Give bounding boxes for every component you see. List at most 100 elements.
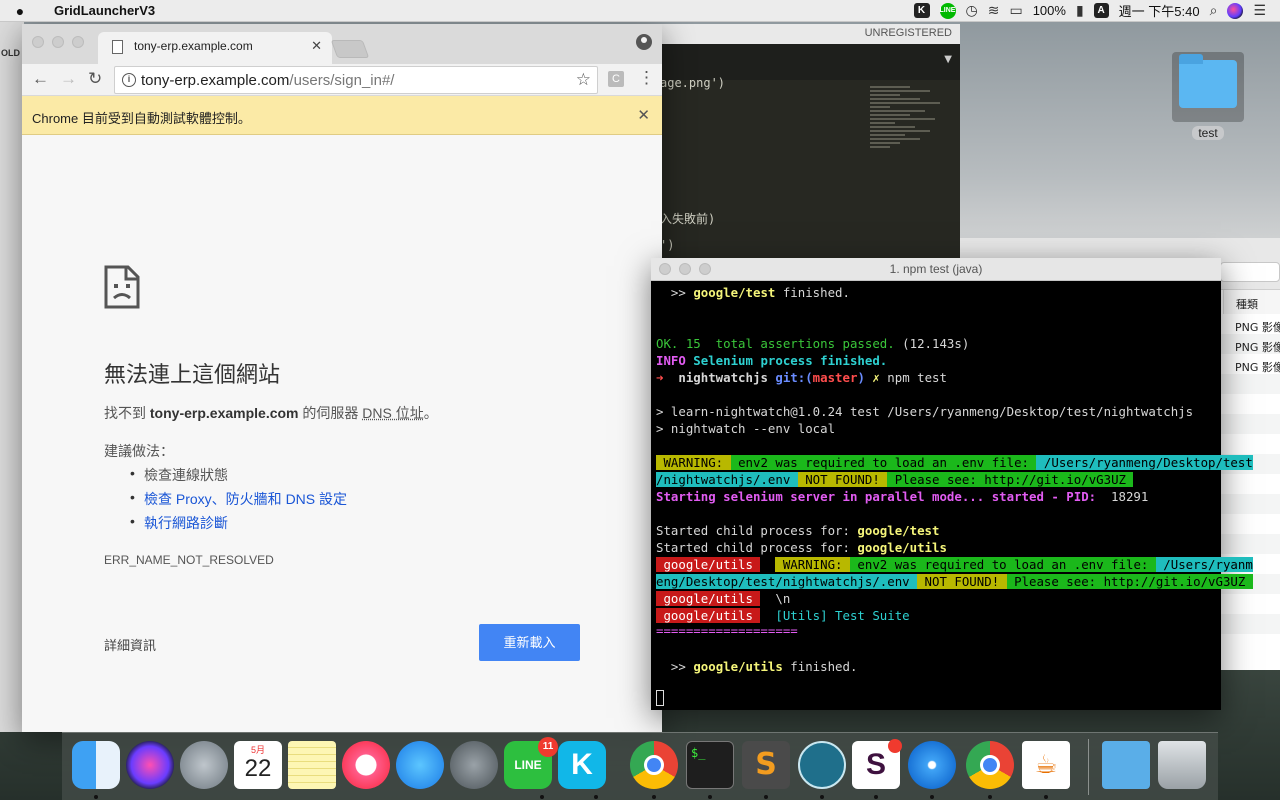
running-indicator [764, 795, 768, 799]
java-dock-icon[interactable]: ☕ [1022, 741, 1070, 789]
finder-row-kind[interactable]: PNG 影像 [1223, 316, 1280, 336]
suggestion-item: 檢查 Proxy、防火牆和 DNS 設定 [130, 489, 347, 513]
chrome-menu-icon[interactable]: ⋮ [638, 68, 655, 88]
downloads-stack-icon[interactable] [1102, 741, 1150, 789]
launchpad-dock-icon[interactable] [180, 741, 228, 789]
running-indicator [1044, 795, 1048, 799]
finder-row-kind[interactable]: PNG 影像 [1223, 356, 1280, 376]
reload-button[interactable]: 重新載入 [479, 624, 580, 661]
trash-icon[interactable] [1158, 741, 1206, 789]
kkbox-letter: K [571, 748, 593, 781]
terminal-separator: =================== [656, 623, 798, 638]
time-machine-icon[interactable]: ◷ [966, 2, 978, 19]
minimize-window-button[interactable] [679, 263, 691, 275]
sourcetree-dock-icon[interactable] [798, 741, 846, 789]
system-preferences-dock-icon[interactable] [450, 741, 498, 789]
siri-icon[interactable] [1227, 2, 1244, 19]
desc-host: tony-erp.example.com [149, 405, 299, 421]
forward-arrow-icon[interactable]: → [60, 69, 77, 89]
app-store-dock-icon[interactable] [396, 741, 444, 789]
zoom-window-button[interactable] [72, 36, 84, 48]
terminal-line: >> google/utils finished. [656, 659, 858, 674]
spotlight-search-icon[interactable]: ⌕ [1210, 2, 1218, 19]
sublime-dock-icon[interactable]: S [742, 741, 790, 789]
running-indicator [930, 795, 934, 799]
info-icon[interactable]: i [122, 73, 136, 87]
tab-dropdown-icon[interactable]: ▼ [944, 54, 952, 65]
running-indicator [820, 795, 824, 799]
extension-icon[interactable]: C [608, 71, 624, 87]
browser-tab[interactable]: tony-erp.example.com ✕ [98, 32, 332, 64]
close-window-button[interactable] [659, 263, 671, 275]
running-indicator [874, 795, 878, 799]
finder-row-kind[interactable]: PNG 影像 [1223, 336, 1280, 356]
running-indicator [94, 795, 98, 799]
menu-bar: ● GridLauncherV3 K LINE ◷ ≋ ▭ 100% ▮ A 週… [0, 0, 1280, 22]
back-arrow-icon[interactable]: ← [32, 69, 49, 89]
terminal-cursor[interactable] [656, 690, 664, 706]
minimize-window-button[interactable] [52, 36, 64, 48]
details-button[interactable]: 詳細資訊 [104, 635, 156, 654]
reload-icon[interactable]: ↻ [88, 69, 102, 89]
battery-icon[interactable]: ▮ [1076, 2, 1084, 19]
zoom-window-button[interactable] [699, 263, 711, 275]
finder-dock-icon[interactable] [72, 741, 120, 789]
close-window-button[interactable] [32, 36, 44, 48]
notes-dock-icon[interactable] [288, 741, 336, 789]
terminal-line: > learn-nightwatch@1.0.24 test /Users/ry… [656, 404, 1194, 419]
suggestions-list: 檢查連線狀態 檢查 Proxy、防火牆和 DNS 設定 執行網路診斷 [130, 465, 347, 537]
slack-dock-icon[interactable]: S [852, 739, 902, 789]
wifi-icon[interactable]: ≋ [988, 2, 1000, 19]
chrome-test-dock-icon[interactable] [966, 741, 1014, 789]
sublime-letter: S [755, 747, 777, 782]
dock-separator [1088, 739, 1089, 795]
input-source-icon[interactable]: A [1093, 3, 1109, 18]
terminal-line: ➜ nightwatchjs git:(master) ✗ npm test [656, 370, 947, 385]
bookmark-star-icon[interactable]: ☆ [576, 70, 591, 90]
address-bar[interactable]: i tony-erp.example.com/users/sign_in#/ ☆ [114, 66, 598, 94]
battery-percent[interactable]: 100% [1033, 3, 1066, 18]
terminal-line: eng/Desktop/test/nightwatchjs/.env NOT F… [656, 574, 1253, 589]
infobar-close-icon[interactable]: ✕ [637, 106, 650, 124]
notification-center-icon[interactable]: ☰ [1253, 2, 1266, 19]
siri-dock-icon[interactable] [126, 741, 174, 789]
chrome-tab-bar: tony-erp.example.com ✕ [22, 24, 662, 64]
terminal-window[interactable]: 1. npm test (java) >> google/test finish… [651, 258, 1253, 710]
running-indicator [594, 795, 598, 799]
window-controls [32, 36, 84, 48]
new-tab-button[interactable] [330, 40, 370, 58]
line-menu-icon[interactable]: LINE [939, 2, 956, 19]
airplay-icon[interactable]: ▭ [1009, 2, 1022, 19]
calendar-dock-icon[interactable]: 5月 22 [234, 741, 282, 789]
kkbox-dock-icon[interactable]: K [558, 741, 606, 789]
tab-close-icon[interactable]: ✕ [311, 38, 322, 54]
chrome-dock-icon[interactable] [630, 741, 678, 789]
suggestion-network-diagnostics-link[interactable]: 執行網路診斷 [144, 515, 228, 531]
chrome-window: tony-erp.example.com ✕ ← → ↻ i tony-erp.… [22, 24, 662, 732]
unregistered-label: UNREGISTERED [640, 24, 960, 44]
dns-address-term[interactable]: DNS 位址 [362, 405, 423, 421]
sublime-editor-window[interactable]: UNREGISTERED ▼ age.png') 入失敗前) ') [640, 24, 960, 260]
apple-icon[interactable]: ● [0, 3, 40, 19]
left-strip-label: OLD [1, 48, 20, 58]
menubar-clock[interactable]: 週一 下午5:40 [1119, 1, 1200, 20]
safari-dock-icon[interactable] [908, 741, 956, 789]
kkbox-menu-icon[interactable]: K [913, 3, 930, 18]
code-line: 入失敗前) [660, 212, 716, 226]
terminal-title: 1. npm test (java) [889, 262, 983, 276]
terminal-prompt: $_ [691, 746, 706, 760]
itunes-dock-icon[interactable] [342, 741, 390, 789]
terminal-dock-icon[interactable]: $_ [686, 741, 734, 789]
line-dock-icon[interactable]: LINE 11 [504, 737, 558, 789]
app-name[interactable]: GridLauncherV3 [54, 3, 155, 18]
suggestions-label: 建議做法： [104, 443, 174, 459]
suggestion-check-proxy-link[interactable]: 檢查 Proxy、防火牆和 DNS 設定 [144, 491, 347, 507]
chrome-toolbar: ← → ↻ i tony-erp.example.com/users/sign_… [22, 64, 662, 96]
minimap[interactable] [870, 84, 960, 204]
desktop-folder-test[interactable]: test [1172, 52, 1244, 144]
column-header-kind[interactable]: 種類 [1223, 290, 1280, 314]
terminal-window-controls [659, 263, 711, 275]
finder-search-field[interactable] [1220, 262, 1280, 282]
profile-icon[interactable] [636, 34, 652, 50]
page-icon [112, 40, 123, 54]
